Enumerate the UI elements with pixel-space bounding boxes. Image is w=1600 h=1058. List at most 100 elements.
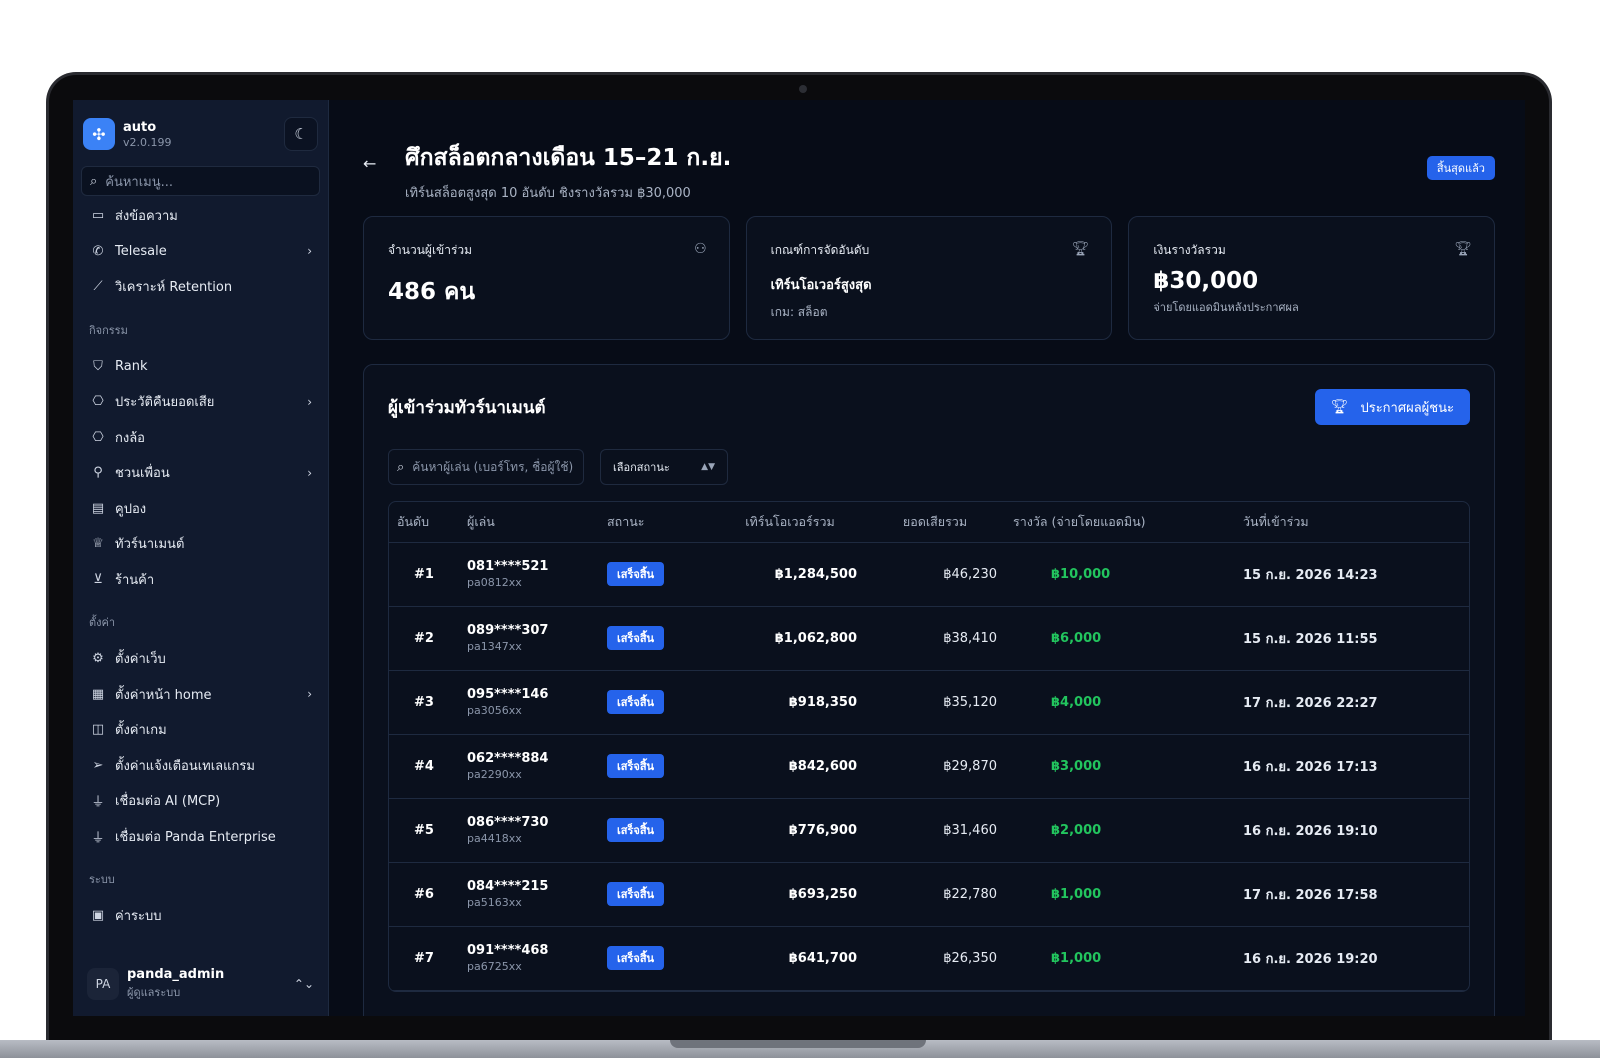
sidebar-item-label: ตั้งค่าแจ้งเตือนเทเลแกรม (115, 758, 255, 774)
player-phone: 081****521 (467, 559, 549, 574)
trophy-icon: ♕ (92, 536, 104, 552)
search-icon: ⌕ (397, 459, 405, 475)
app-version: v2.0.199 (123, 135, 172, 149)
sidebar-item[interactable]: ⟋ วิเคราะห์ Retention (81, 269, 320, 305)
turnover-cell: ฿918,350 (715, 670, 865, 735)
users-icon: ⚇ (694, 241, 707, 257)
sidebar-nav: ▭ ส่งข้อความ ✆ Telesale › ⟋ วิเคราะห์ Retentio… (81, 198, 320, 934)
player-cell: 084****215 pa5163xx (459, 862, 599, 927)
player-search-placeholder: ค้นหาผู้เล่น (เบอร์โทร, ชื่อผู้ใช้) (412, 459, 574, 474)
page-subtitle: เทิร์นสล็อตสูงสุด 10 อันดับ ชิงรางวัลรวม… (405, 186, 691, 201)
logo-icon: ✣ (83, 118, 115, 150)
column-header: เทิร์นโอเวอร์รวม (715, 502, 865, 543)
table-row[interactable]: #3 095****146 pa3056xx เสร็จสิ้น ฿918,350 ฿35… (389, 670, 1469, 735)
gift-icon: ⎔ (92, 394, 104, 410)
phone-icon: ✆ (92, 243, 104, 259)
sidebar-item[interactable]: ▦ ตั้งค่าหน้า home › (81, 677, 320, 713)
laptop-bezel: ✣ auto v2.0.199 ☾ ⌕ ค้นหาเมนู... ▭ ส่งข้อ… (46, 72, 1552, 1040)
table-row[interactable]: #1 081****521 pa0812xx เสร็จสิ้น ฿1,284,500 ฿… (389, 542, 1469, 607)
player-phone: 084****215 (467, 879, 549, 894)
sidebar-item-label: ประวัติคืนยอดเสีย (115, 395, 215, 411)
announce-label: ประกาศผลผู้ชนะ (1360, 400, 1454, 416)
sidebar: ✣ auto v2.0.199 ☾ ⌕ ค้นหาเมนู... ▭ ส่งข้อ… (73, 100, 329, 1016)
menu-search-input[interactable]: ⌕ ค้นหาเมนู... (81, 166, 320, 196)
send-icon: ➢ (92, 757, 104, 773)
prize-cell: ฿2,000 (1005, 798, 1235, 863)
announce-winners-button[interactable]: 🏆︎ ประกาศผลผู้ชนะ (1314, 389, 1470, 425)
sidebar-item[interactable]: ⎔ กงล้อ (81, 420, 320, 456)
status-select[interactable]: เลือกสถานะ ▲▼ (600, 449, 728, 485)
sidebar-item[interactable]: ◫ ตั้งค่าเกม (81, 712, 320, 748)
status-cell: เสร็จสิ้น (599, 798, 715, 863)
sidebar-item-label: ส่งข้อความ (115, 209, 178, 225)
sidebar-item[interactable]: ⛉ Rank (81, 349, 320, 385)
rank-cell: #2 (389, 606, 459, 671)
sidebar-item[interactable]: ⏚ เชื่อมต่อ AI (MCP) (81, 783, 320, 819)
sidebar-item[interactable]: ⚙ ตั้งค่าเว็บ (81, 641, 320, 677)
player-search-input[interactable]: ⌕ ค้นหาผู้เล่น (เบอร์โทร, ชื่อผู้ใช้) (388, 449, 584, 485)
table-row[interactable]: #2 089****307 pa1347xx เสร็จสิ้น ฿1,062,800 ฿… (389, 606, 1469, 671)
plug-icon: ⏚ (91, 830, 105, 846)
sidebar-item-label: คูปอง (115, 501, 147, 517)
prize-value: ฿30,000 (1153, 268, 1259, 294)
camera-dot (799, 85, 807, 93)
sidebar-item[interactable]: ▭ ส่งข้อความ (81, 198, 320, 234)
layout-icon: ▦ (91, 686, 105, 702)
turnover-cell: ฿693,250 (715, 862, 865, 927)
table-row[interactable]: #7 091****468 pa6725xx เสร็จสิ้น ฿641,700 ฿26… (389, 926, 1469, 991)
sidebar-item[interactable]: ♕ ทัวร์นาเมนต์ (81, 526, 320, 562)
sidebar-item[interactable]: ⚲ ชวนเพื่อน › (81, 455, 320, 491)
date-cell: 16 ก.ย. 2026 19:20 (1235, 926, 1469, 991)
rank-cell: #7 (389, 926, 459, 991)
sidebar-item[interactable]: ✆ Telesale › (81, 234, 320, 270)
player-cell: 095****146 pa3056xx (459, 670, 599, 735)
table-row[interactable]: #6 084****215 pa5163xx เสร็จสิ้น ฿693,250 ฿22… (389, 862, 1469, 927)
app-name: auto (123, 119, 157, 135)
player-username: pa1347xx (467, 640, 522, 653)
status-cell: เสร็จสิ้น (599, 670, 715, 735)
search-icon: ⌕ (90, 173, 98, 189)
status-cell: เสร็จสิ้น (599, 542, 715, 607)
brand: ✣ auto v2.0.199 ☾ (81, 114, 320, 154)
sidebar-item[interactable]: ⎔ ประวัติคืนยอดเสีย › (81, 384, 320, 420)
theme-toggle-button[interactable]: ☾ (284, 117, 318, 151)
date-cell: 17 ก.ย. 2026 17:58 (1235, 862, 1469, 927)
chevron-updown-icon: ⌃⌄ (293, 977, 314, 991)
criteria-value: เทิร์นโอเวอร์สูงสุด (770, 278, 872, 293)
sidebar-item[interactable]: ➢ ตั้งค่าแจ้งเตือนเทเลแกรม (81, 748, 320, 784)
laptop-notch (670, 1040, 926, 1048)
gamepad-icon: ◫ (91, 722, 105, 738)
stats-row: จำนวนผู้เข้าร่วม ⚇ 486 คน เกณฑ์การจัดอัน… (363, 216, 1496, 340)
loss-cell: ฿35,120 (865, 670, 1005, 735)
column-header: รางวัล (จ่ายโดยแอดมิน) (1005, 502, 1235, 543)
player-cell: 086****730 pa4418xx (459, 798, 599, 863)
sidebar-item[interactable]: ▤ คูปอง (81, 491, 320, 527)
back-button[interactable]: ← (363, 154, 387, 178)
player-cell: 089****307 pa1347xx (459, 606, 599, 671)
filters-row: ⌕ ค้นหาผู้เล่น (เบอร์โทร, ชื่อผู้ใช้) เล… (388, 449, 1470, 485)
user-menu[interactable]: PA panda_admin ผู้ดูแลระบบ ⌃⌄ (81, 962, 320, 1006)
sidebar-item[interactable]: ⏚ เชื่อมต่อ Panda Enterprise (81, 819, 320, 855)
chevron-right-icon: › (307, 244, 312, 259)
column-header: สถานะ (599, 502, 715, 543)
wallet-icon: ▣ (91, 908, 105, 924)
sidebar-item[interactable]: ▣ ค่าระบบ (81, 898, 320, 934)
participants-panel: ผู้เข้าร่วมทัวร์นาเมนต์ 🏆︎ ประกาศผลผู้ชน… (363, 364, 1495, 1016)
prize-cell: ฿1,000 (1005, 926, 1235, 991)
user-plus-icon: ⚲ (93, 465, 103, 481)
table-row[interactable]: #4 062****884 pa2290xx เสร็จสิ้น ฿842,600 ฿29… (389, 734, 1469, 799)
column-header: อันดับ (389, 502, 459, 543)
sidebar-item-label: Telesale (115, 243, 167, 259)
status-select-label: เลือกสถานะ (613, 461, 670, 474)
trophy-icon: 🏆︎ (1071, 241, 1090, 257)
player-phone: 086****730 (467, 815, 549, 830)
sidebar-item[interactable]: ⊻ ร้านค้า (81, 562, 320, 598)
chart-line-icon: ⟋ (93, 279, 103, 295)
main-content: ← ศึกสล็อตกลางเดือน 15–21 ก.ย. เทิร์นสล็… (329, 100, 1525, 1016)
menu-search-placeholder: ค้นหาเมนู... (105, 174, 174, 190)
plug-icon: ⏚ (91, 795, 105, 811)
rank-cell: #3 (389, 670, 459, 735)
status-badge: เสร็จสิ้น (607, 562, 665, 586)
table-row[interactable]: #5 086****730 pa4418xx เสร็จสิ้น ฿776,900 ฿31… (389, 798, 1469, 863)
status-badge: เสร็จสิ้น (607, 690, 665, 714)
